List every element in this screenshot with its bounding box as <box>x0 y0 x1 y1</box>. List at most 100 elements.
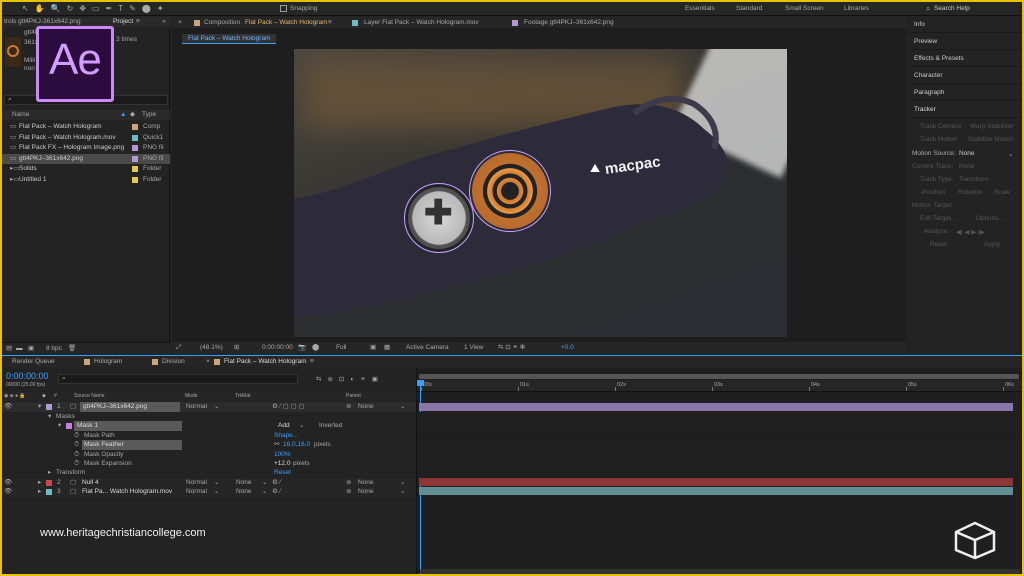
mask-outline[interactable] <box>469 150 551 232</box>
tab-flat-pack[interactable]: Flat Pack – Watch Hologram <box>224 356 306 367</box>
search-help-input[interactable]: Search Help <box>934 5 1020 12</box>
project-item[interactable]: ▸▭ Solids Folder <box>2 164 170 174</box>
project-tab[interactable]: Project <box>113 17 133 27</box>
expand-arrow-icon[interactable]: ▾ <box>58 421 61 431</box>
track-motion-button[interactable]: Track Motion <box>920 136 957 143</box>
trash-icon[interactable]: 🗑 <box>68 343 76 355</box>
mask-1-name[interactable]: Mask 1 <box>74 421 182 431</box>
interpret-footage-icon[interactable]: ▤ <box>6 343 12 355</box>
layer-row-3[interactable]: 👁 ▸ 3 ▢ Flat Pa... Watch Hologram.mov No… <box>2 487 416 497</box>
current-track-dropdown[interactable]: None <box>959 163 975 170</box>
scale-checkbox[interactable]: Scale <box>994 189 1010 196</box>
layer-mode[interactable]: Normal <box>186 487 207 497</box>
layer-label-swatch[interactable] <box>46 404 52 410</box>
project-item-label[interactable] <box>132 134 138 141</box>
project-item-label[interactable] <box>132 145 138 151</box>
mask-feather-value[interactable]: 16.0,16.0 <box>283 440 310 450</box>
mode-column[interactable]: Mode <box>185 392 198 401</box>
rotation-checkbox[interactable]: Rotation <box>958 189 982 196</box>
mask-mode-dropdown[interactable]: Add <box>278 421 290 431</box>
options-button[interactable]: Options... <box>976 215 1004 222</box>
reset-button[interactable]: Reset <box>930 241 947 248</box>
analyze-controls[interactable]: ◀| ◀ ▶ |▶ <box>956 228 985 236</box>
parent-pickwhip-icon[interactable]: ⊚ <box>346 402 351 412</box>
expand-arrow-icon[interactable]: ▾ <box>38 402 41 412</box>
transform-row[interactable]: ▸ Transform Reset <box>2 468 416 478</box>
column-name[interactable]: Name <box>12 110 29 120</box>
panel-menu-icon[interactable]: ≡ <box>310 356 314 367</box>
project-item[interactable]: ▭ Flat Pack FX – Hologram Image.png PNG fi… <box>2 143 170 153</box>
column-type[interactable]: Type <box>142 110 156 120</box>
track-type-dropdown[interactable]: Transform <box>959 176 988 183</box>
preview-panel-header[interactable]: Preview <box>908 34 1022 50</box>
project-item[interactable]: ▭ Flat Pack – Watch Hologram.mov Quick1 <box>2 133 170 143</box>
stopwatch-icon[interactable]: ⏱ <box>74 440 79 450</box>
new-folder-icon[interactable]: ▬ <box>16 343 23 355</box>
tab-render-queue[interactable]: Render Queue <box>12 356 55 367</box>
transparency-icon[interactable]: ▦ <box>384 342 390 354</box>
camera-dropdown[interactable]: Active Camera <box>406 342 449 354</box>
close-icon[interactable]: × <box>206 356 210 367</box>
tab-division[interactable]: Division <box>162 356 185 367</box>
parent-column[interactable]: Parent <box>346 392 361 401</box>
motion-source-dropdown[interactable]: None <box>959 150 975 157</box>
close-icon[interactable]: × <box>178 17 182 28</box>
warp-stabilizer-button[interactable]: Warp Stabilizer <box>970 123 1014 130</box>
visibility-icon[interactable]: 👁 <box>4 487 12 497</box>
tab-composition-name[interactable]: Flat Pack – Watch Hologram <box>245 17 327 28</box>
link-icon[interactable]: ⚯ <box>274 440 279 450</box>
layer-name[interactable]: gtt4PKJ–361x642.png <box>80 402 180 412</box>
tracker-panel-header[interactable]: Tracker <box>908 102 1022 118</box>
inverted-checkbox[interactable]: Inverted <box>319 421 343 431</box>
expand-icon[interactable]: » <box>162 17 166 27</box>
source-name-column[interactable]: Source Name <box>74 392 105 401</box>
mask-color-swatch[interactable] <box>66 423 72 429</box>
effects-presets-panel-header[interactable]: Effects & Presets <box>908 51 1022 67</box>
transform-reset[interactable]: Reset <box>274 468 291 478</box>
info-panel-header[interactable]: Info <box>908 17 1022 33</box>
project-item-label[interactable] <box>132 124 138 130</box>
expand-arrow-icon[interactable]: ▸ <box>38 487 41 497</box>
snapping-checkbox[interactable] <box>280 5 287 12</box>
parent-pickwhip-icon[interactable]: ⊚ <box>346 487 351 497</box>
tab-composition-label[interactable]: Composition <box>204 17 240 28</box>
workspace-small-screen[interactable]: Small Screen <box>785 5 824 12</box>
layer-name[interactable]: Flat Pa... Watch Hologram.mov <box>82 487 172 497</box>
roi-icon[interactable]: ▣ <box>370 342 376 354</box>
timeline-scrollbar[interactable] <box>420 569 1020 574</box>
layer-bar-3[interactable] <box>419 487 1013 495</box>
paragraph-panel-header[interactable]: Paragraph <box>908 85 1022 101</box>
layer-mode[interactable]: Normal <box>186 402 207 412</box>
layer-bar-2[interactable] <box>419 478 1013 486</box>
timeline-search[interactable]: ⌕ <box>58 374 298 384</box>
resolution-dropdown[interactable]: Full <box>336 342 346 354</box>
trkmat-column[interactable]: TrkMat <box>235 392 250 401</box>
workspace-libraries[interactable]: Libraries <box>844 5 869 12</box>
bit-depth-button[interactable]: 8 bpc <box>46 343 62 355</box>
visibility-icon[interactable]: 👁 <box>4 402 12 412</box>
timeline-switches-icons[interactable]: ⇆⊚⊡◐⚭▣ <box>316 375 384 383</box>
edit-target-button[interactable]: Edit Target... <box>920 215 956 222</box>
show-channel-icon[interactable]: ⬤ <box>312 342 319 354</box>
layer-row-1[interactable]: 👁 ▾ 1 ▢ gtt4PKJ–361x642.png Normal ⌄ ⚙ ∕… <box>2 402 416 412</box>
view-layout-dropdown[interactable]: 1 View <box>464 342 483 354</box>
layer-label-swatch[interactable] <box>46 480 52 486</box>
current-time[interactable]: 0:00:00:00 <box>262 342 293 354</box>
project-item[interactable]: ▸▭ Untitled 1 Folder <box>2 175 170 185</box>
project-item-label[interactable] <box>132 166 138 172</box>
mask-1-row[interactable]: ▾ Mask 1 Add ⌄ Inverted <box>2 421 416 431</box>
fast-preview-icon[interactable]: ⇆ ⊡ ⚭ ✻ <box>498 342 525 354</box>
zoom-dropdown[interactable]: (48.1%) <box>200 342 223 354</box>
apply-button[interactable]: Apply <box>984 241 1000 248</box>
panel-menu-icon[interactable]: ≡ <box>136 17 140 27</box>
exposure-value[interactable]: +0.0 <box>561 342 574 354</box>
project-item-label[interactable] <box>132 176 138 183</box>
layer-switches[interactable]: ⚙ ∕ ▢ ▢ ▢ <box>272 402 305 412</box>
layer-parent[interactable]: None <box>358 402 374 412</box>
timeline-current-time[interactable]: 0:00:00:00 <box>6 371 49 381</box>
workspace-standard[interactable]: Standard <box>736 5 762 12</box>
stabilize-motion-button[interactable]: Stabilize Motion <box>968 136 1014 143</box>
project-item-label[interactable] <box>132 155 138 162</box>
composition-canvas[interactable]: ✚ ⛰ macpac <box>294 49 787 337</box>
camera-icon[interactable]: 📷 <box>298 342 306 354</box>
